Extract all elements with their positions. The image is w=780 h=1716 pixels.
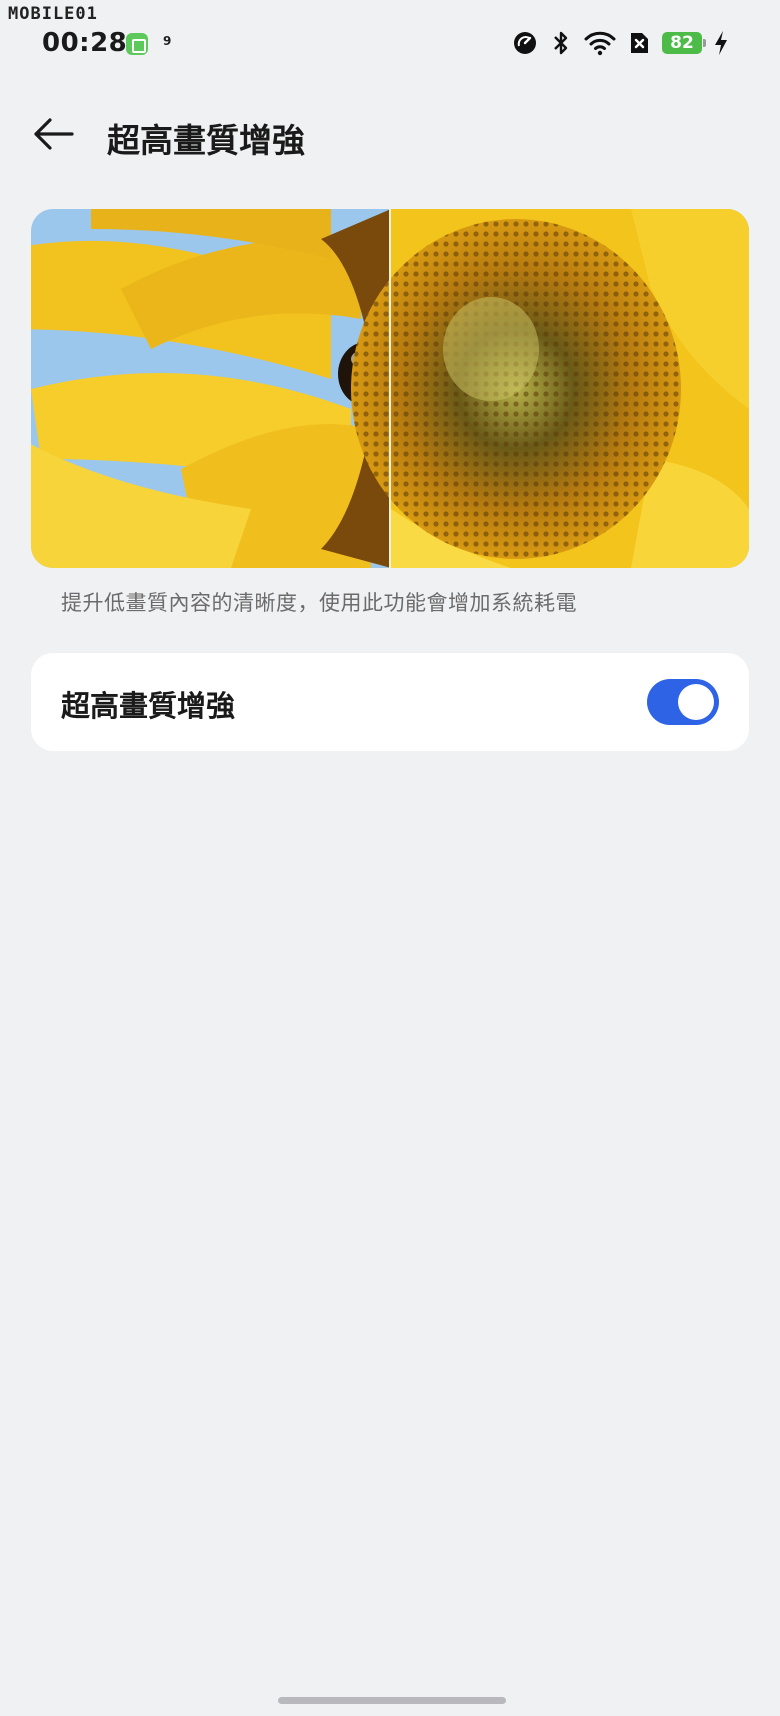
arrow-left-icon [32, 116, 76, 156]
home-indicator[interactable] [278, 1697, 506, 1704]
preview-image [31, 209, 749, 568]
setting-card: 超高畫質增強 [31, 653, 749, 751]
notification-count: 9 [163, 34, 172, 48]
wifi-icon [584, 30, 616, 56]
data-saver-icon [512, 30, 538, 56]
charging-icon [712, 30, 730, 56]
app-notification-icon [126, 33, 148, 55]
header: 超高畫質增強 [0, 100, 780, 172]
no-sim-icon [626, 30, 652, 56]
battery-icon: 82 [662, 32, 706, 54]
preview-description: 提升低畫質內容的清晰度，使用此功能會增加系統耗電 [61, 591, 577, 615]
status-bar: 00:28 9 82 [0, 0, 780, 80]
enhance-toggle[interactable] [647, 679, 719, 725]
setting-label: 超高畫質增強 [61, 689, 236, 723]
back-button[interactable] [26, 110, 82, 162]
page-title: 超高畫質增強 [107, 121, 305, 160]
status-icons: 82 [512, 28, 730, 58]
status-time: 00:28 [42, 28, 128, 58]
bluetooth-icon [548, 30, 574, 56]
toggle-knob [678, 684, 714, 720]
